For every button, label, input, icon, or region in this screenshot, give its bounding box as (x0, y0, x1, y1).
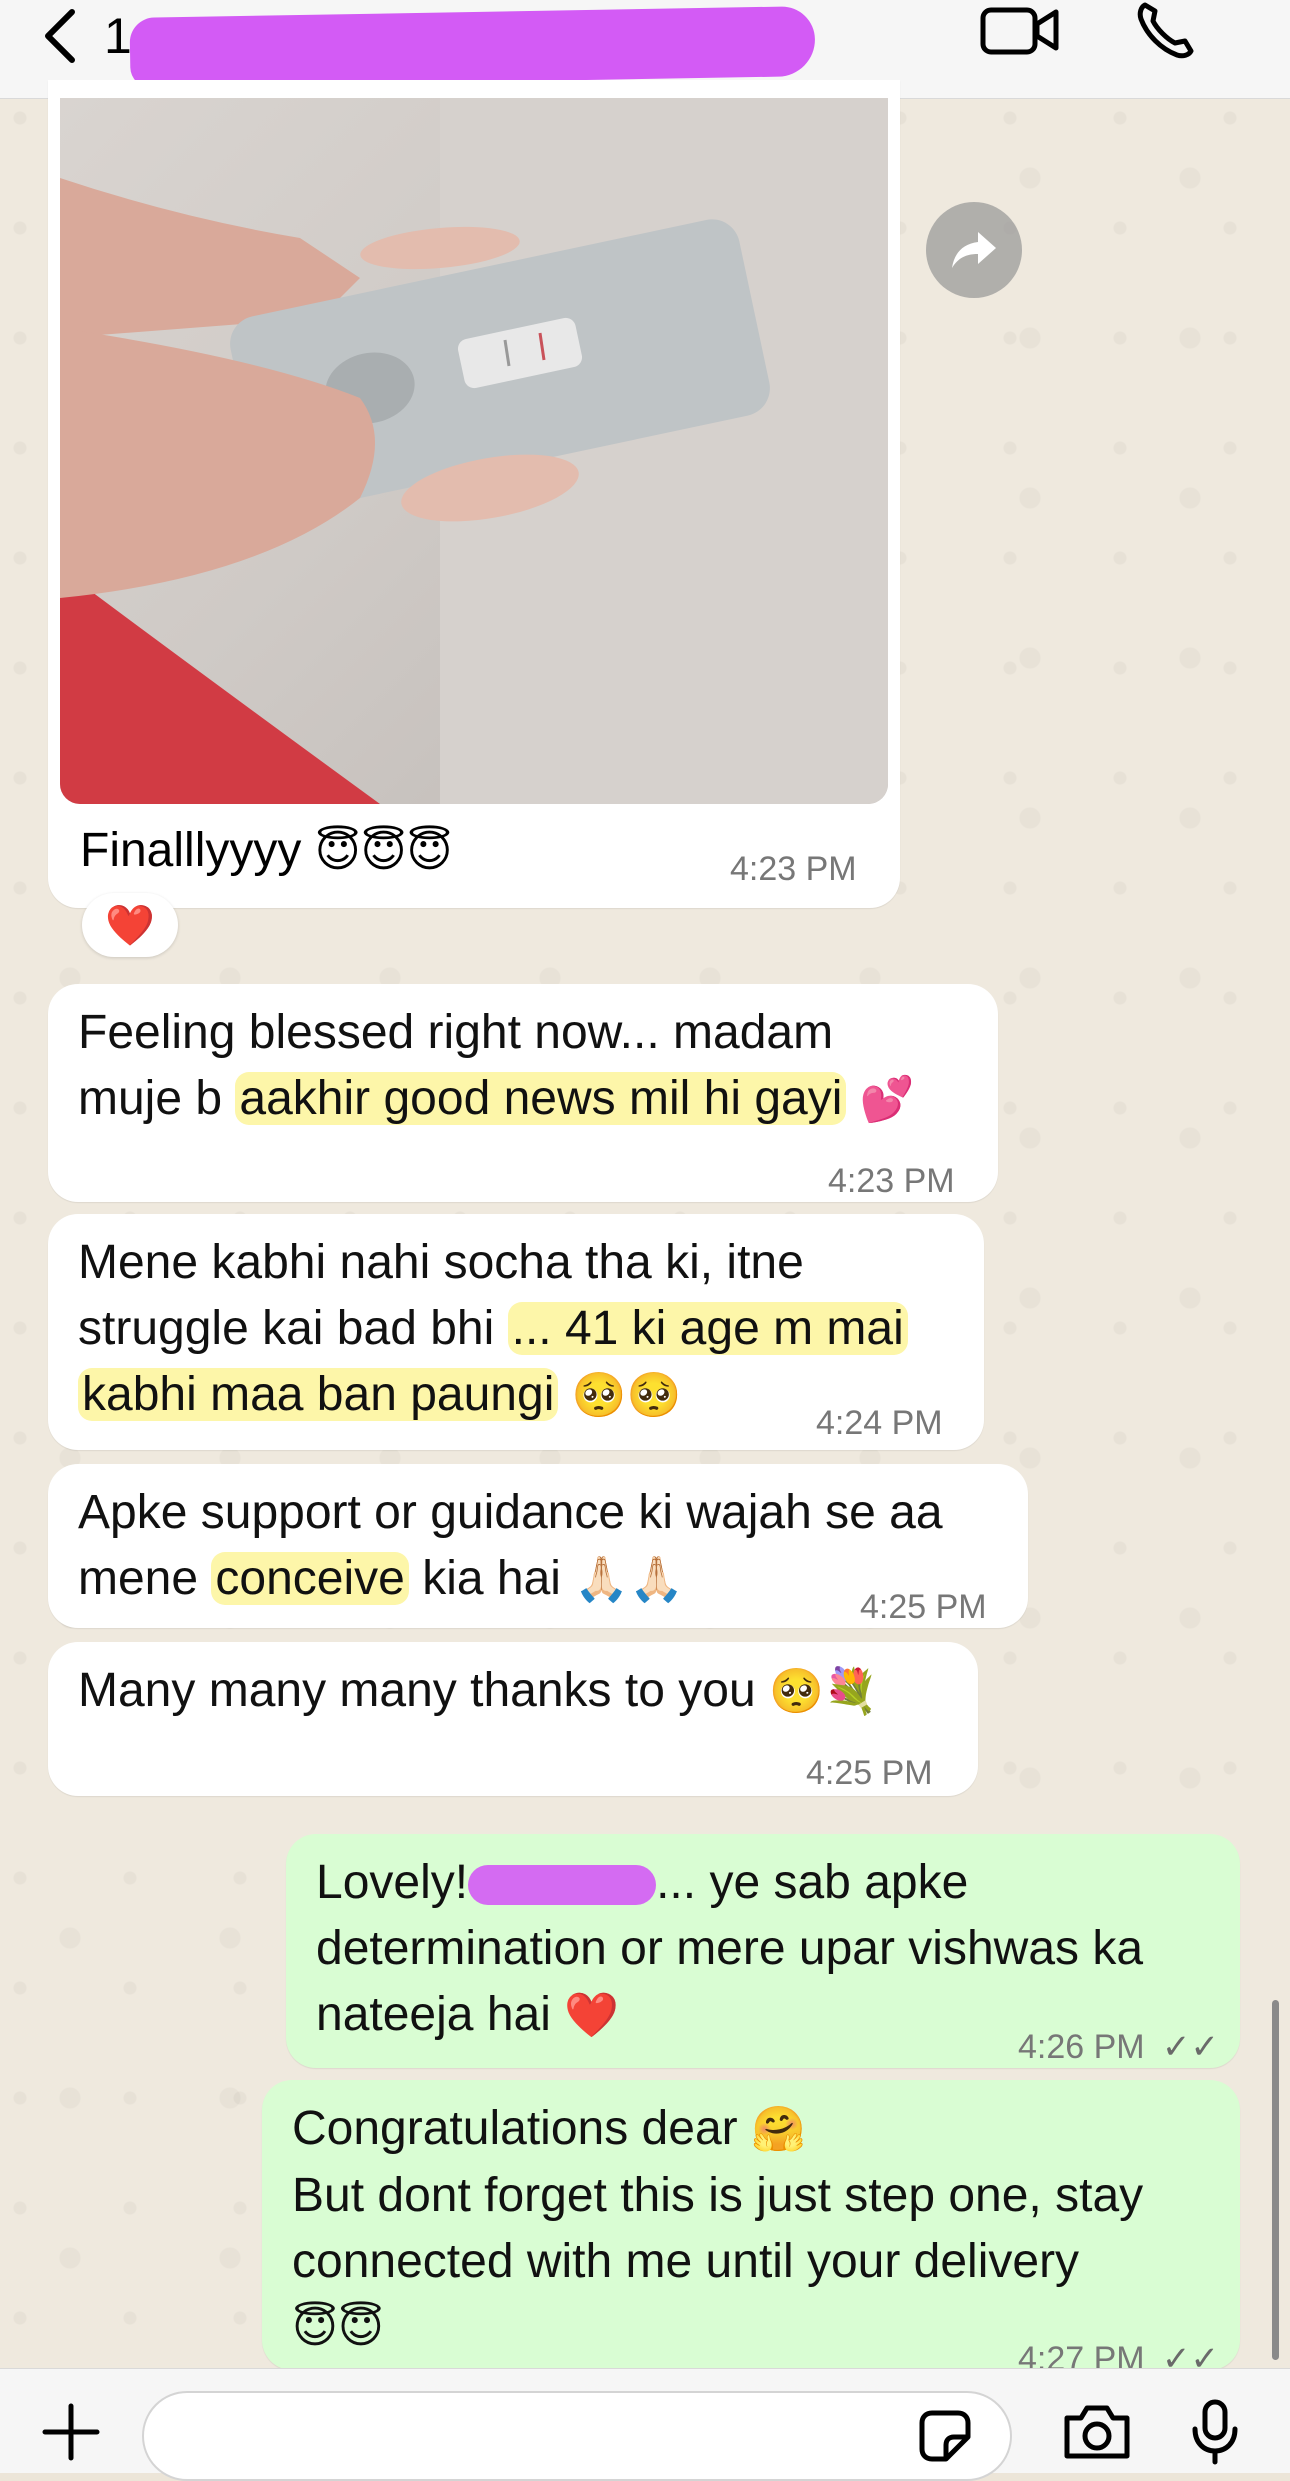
message-input[interactable] (142, 2391, 1012, 2481)
read-receipt-icon: ✓✓ (1162, 2028, 1219, 2066)
emoji: 💕 (859, 1074, 915, 1125)
message-line: But dont forget this is just step one, s… (292, 2169, 1144, 2222)
emoji: 🤗 (750, 2104, 806, 2155)
chevron-left-icon (45, 9, 75, 63)
message-time: 4:24 PM (816, 1404, 943, 1442)
message-line: nateeja hai (316, 1988, 551, 2041)
message-time: 4:25 PM (860, 1588, 987, 1626)
message-time: 4:25 PM (806, 1754, 933, 1792)
camera-button[interactable] (1052, 2387, 1142, 2477)
attach-button[interactable] (26, 2387, 116, 2477)
message-line: Mene kabhi nahi socha tha ki, itne (78, 1236, 804, 1289)
pregnancy-test-photo[interactable] (60, 98, 888, 804)
message-time: 4:26 PM (1018, 2028, 1145, 2066)
compose-bar (0, 2368, 1290, 2481)
redaction-mark (129, 6, 816, 88)
forward-icon (952, 232, 996, 268)
message-bubble[interactable]: Many many many thanks to you 🥺💐 4:25 PM (48, 1642, 978, 1796)
emoji: 🙏🏻🙏🏻 (574, 1554, 684, 1605)
highlighted-text: conceive (211, 1552, 409, 1605)
camera-icon (1064, 2405, 1130, 2459)
message-line: muje b (78, 1072, 236, 1125)
plus-icon (42, 2403, 100, 2461)
emoji: 🥺💐 (769, 1666, 879, 1717)
phone-icon (1137, 2, 1194, 59)
chat-name[interactable]: 1 (104, 6, 132, 66)
sticker-button[interactable] (900, 2391, 990, 2481)
message-line: connected with me until your delivery (292, 2235, 1080, 2288)
message-line: Congratulations dear (292, 2102, 738, 2155)
redaction-mark (468, 1865, 657, 1906)
video-call-button[interactable] (972, 0, 1068, 60)
message-line: ... ye sab apke (656, 1856, 969, 1909)
scrollbar[interactable] (1272, 2000, 1279, 2360)
message-line: mene (78, 1552, 212, 1605)
microphone-icon (1192, 2399, 1238, 2465)
highlighted-text: ... 41 ki age m mai (507, 1302, 908, 1355)
voice-call-button[interactable] (1118, 0, 1214, 60)
message-bubble-outgoing[interactable]: Congratulations dear 🤗 But dont forget t… (262, 2080, 1240, 2378)
video-call-icon (980, 7, 1059, 55)
message-bubble-outgoing[interactable]: Lovely! ... ye sab apke determination or … (286, 1834, 1240, 2068)
message-line: Apke support or guidance ki wajah se aa (78, 1486, 943, 1539)
emoji: 🥺🥺 (571, 1370, 682, 1421)
message-line: Lovely! (316, 1856, 469, 1909)
emoji: 😇😇 (292, 2302, 384, 2353)
message-line: kia hai (408, 1552, 561, 1605)
message-bubble[interactable]: Mene kabhi nahi socha tha ki, itne strug… (48, 1214, 984, 1450)
message-line: Feeling blessed right now... madam (78, 1006, 834, 1059)
message-line: determination or mere upar vishwas ka (316, 1922, 1144, 1975)
forward-button[interactable] (926, 202, 1022, 298)
voice-message-button[interactable] (1170, 2387, 1260, 2477)
highlighted-text: aakhir good news mil hi gayi (235, 1072, 847, 1125)
emoji: ❤️ (564, 1990, 620, 2041)
highlighted-text: kabhi maa ban paungi (78, 1368, 559, 1421)
message-bubble[interactable]: Feeling blessed right now... madam muje … (48, 984, 998, 1202)
message-line: struggle kai bad bhi (78, 1302, 508, 1355)
message-text: Finalllyyyy (80, 824, 302, 877)
sticker-icon (919, 2410, 971, 2462)
back-button[interactable] (30, 6, 90, 66)
emoji: 😇😇😇 (314, 826, 453, 877)
message-time: 4:23 PM (730, 850, 857, 888)
message-text: Many many many thanks to you (78, 1664, 756, 1717)
message-bubble[interactable]: Apke support or guidance ki wajah se aa … (48, 1464, 1028, 1628)
reaction-badge[interactable]: ❤️ (82, 893, 178, 957)
message-time: 4:23 PM (828, 1162, 955, 1200)
